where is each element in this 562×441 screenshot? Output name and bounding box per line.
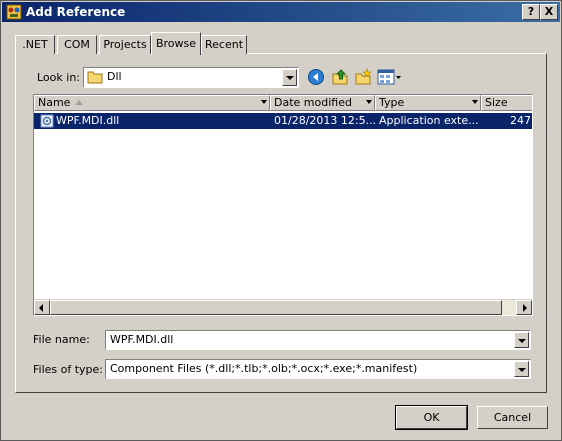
file-row[interactable]: WPF.MDI.dll 01/28/2013 12:5... Applicati… [34, 113, 532, 129]
tab-dotnet[interactable]: .NET [15, 35, 55, 54]
scroll-left-button[interactable] [34, 300, 50, 315]
filetype-dropdown-arrow[interactable] [514, 361, 529, 377]
filename-dropdown-arrow[interactable] [514, 332, 529, 348]
add-reference-dialog: Add Reference ? X .NET COM Projects Brow… [0, 0, 562, 441]
cancel-button[interactable]: Cancel [477, 406, 548, 429]
tab-browse[interactable]: Browse [151, 32, 201, 55]
tab-recent[interactable]: Recent [201, 35, 247, 54]
scroll-thumb[interactable] [50, 300, 502, 315]
new-folder-icon[interactable] [354, 68, 372, 86]
file-list[interactable]: Name Date modified Type Size WPF.MDI.dll… [33, 94, 533, 316]
column-size-label: Size [485, 96, 508, 109]
scroll-left-icon [39, 304, 43, 312]
tab-com[interactable]: COM [57, 35, 97, 54]
column-name-label: Name [38, 96, 71, 109]
file-name: WPF.MDI.dll [56, 114, 120, 127]
filetype-value: Component Files (*.dll;*.tlb;*.olb;*.ocx… [110, 362, 418, 375]
help-button[interactable]: ? [522, 4, 540, 20]
lookin-combo[interactable]: Dll [83, 67, 299, 88]
column-header-date[interactable]: Date modified [270, 95, 375, 111]
column-header-size[interactable]: Size [481, 95, 532, 111]
lookin-dropdown-arrow[interactable] [282, 69, 297, 86]
scroll-right-button[interactable] [516, 300, 532, 315]
horizontal-scrollbar[interactable] [34, 299, 532, 315]
lookin-label: Look in: [37, 71, 80, 84]
file-size: 247 I [510, 114, 532, 127]
column-dropdown-icon[interactable] [261, 100, 267, 104]
view-menu-icon[interactable] [377, 68, 403, 86]
column-date-label: Date modified [274, 96, 352, 109]
scroll-right-icon [523, 304, 527, 312]
filetype-combo[interactable]: Component Files (*.dll;*.tlb;*.olb;*.ocx… [105, 359, 531, 379]
column-type-label: Type [379, 96, 405, 109]
filename-label: File name: [33, 333, 90, 346]
filename-combo[interactable]: WPF.MDI.dll [105, 330, 531, 350]
filetype-label: Files of type: [33, 363, 104, 376]
file-type: Application exte... [379, 114, 479, 127]
close-button[interactable]: X [540, 4, 558, 20]
tab-projects[interactable]: Projects [99, 35, 151, 54]
file-date: 01/28/2013 12:5... [274, 114, 377, 127]
column-header-name[interactable]: Name [34, 95, 270, 111]
column-dropdown-icon[interactable] [366, 100, 372, 104]
column-dropdown-icon[interactable] [472, 100, 478, 104]
dll-file-icon [40, 114, 54, 128]
sort-ascending-icon [75, 100, 83, 105]
column-header-type[interactable]: Type [375, 95, 481, 111]
filename-value: WPF.MDI.dll [110, 333, 174, 346]
back-icon[interactable] [307, 68, 325, 86]
reference-icon [6, 4, 22, 20]
ok-button[interactable]: OK [395, 405, 468, 430]
up-folder-icon[interactable] [331, 68, 349, 86]
window-title: Add Reference [26, 5, 126, 19]
lookin-value: Dll [107, 70, 122, 83]
folder-icon [87, 71, 103, 84]
title-bar[interactable]: Add Reference ? X [2, 2, 560, 22]
